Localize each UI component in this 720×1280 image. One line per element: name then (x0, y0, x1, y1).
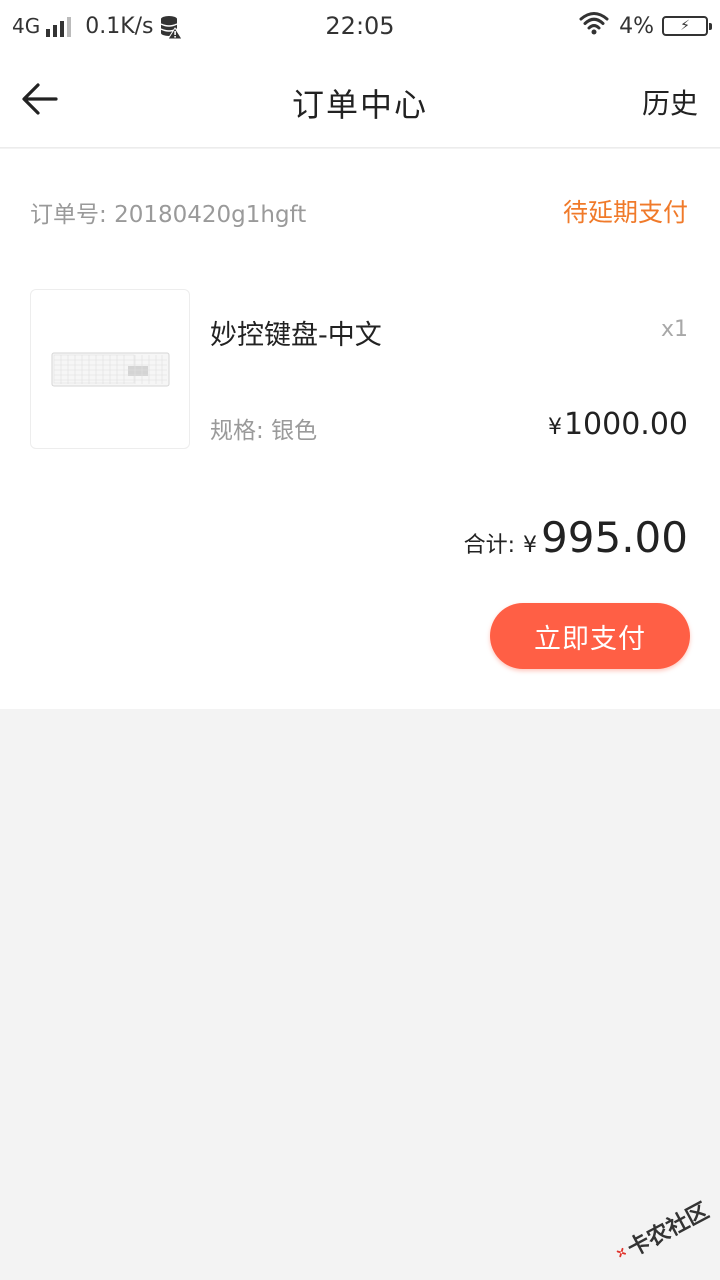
wifi-icon (579, 11, 609, 41)
keyboard-image (51, 352, 170, 387)
total-symbol: ¥ (523, 533, 538, 558)
order-number-label: 订单号: (30, 202, 107, 228)
order-center-screen: 4G 0.1K/s 22:05 4% ⚡ 订单中心 历史 订单号: 201804… (0, 0, 720, 1280)
product-name[interactable]: 妙控键盘-中文 (210, 313, 382, 352)
product-image[interactable] (30, 289, 190, 449)
status-bar: 4G 0.1K/s 22:05 4% ⚡ (0, 0, 720, 52)
nav-bar: 订单中心 历史 (0, 52, 720, 148)
history-link[interactable]: 历史 (642, 82, 698, 122)
product-spec-value: 银色 (271, 418, 318, 444)
product-spec-label: 规格: (210, 418, 264, 444)
total-label: 合计: (463, 533, 516, 558)
battery-percent: 4% (619, 13, 654, 39)
product-price: ¥1000.00 (548, 407, 688, 442)
order-number: 订单号: 20180420g1hgft (30, 195, 306, 229)
product-quantity: x1 (660, 317, 688, 342)
page-title: 订单中心 (291, 86, 428, 124)
product-spec: 规格: 银色 (210, 411, 317, 445)
product-price-symbol: ¥ (547, 415, 562, 440)
order-number-row: 订单号: 20180420g1hgft 待延期支付 (30, 195, 690, 229)
total-value: 995.00 (541, 513, 688, 562)
status-right: 4% ⚡ (579, 11, 712, 41)
watermark: 卡农社区 (601, 1177, 720, 1280)
order-number-value: 20180420g1hgft (114, 202, 307, 228)
order-status: 待延期支付 (562, 198, 688, 227)
product-price-value: 1000.00 (563, 407, 688, 442)
order-card: 订单号: 20180420g1hgft 待延期支付 妙控键盘-中文 x1 规格:… (0, 149, 720, 709)
pay-now-button[interactable]: 立即支付 (490, 603, 690, 669)
watermark-text: 卡农社区 (623, 1198, 714, 1263)
battery-charging-icon: ⚡ (662, 16, 712, 36)
order-total: 合计: ¥ 995.00 (464, 513, 688, 562)
